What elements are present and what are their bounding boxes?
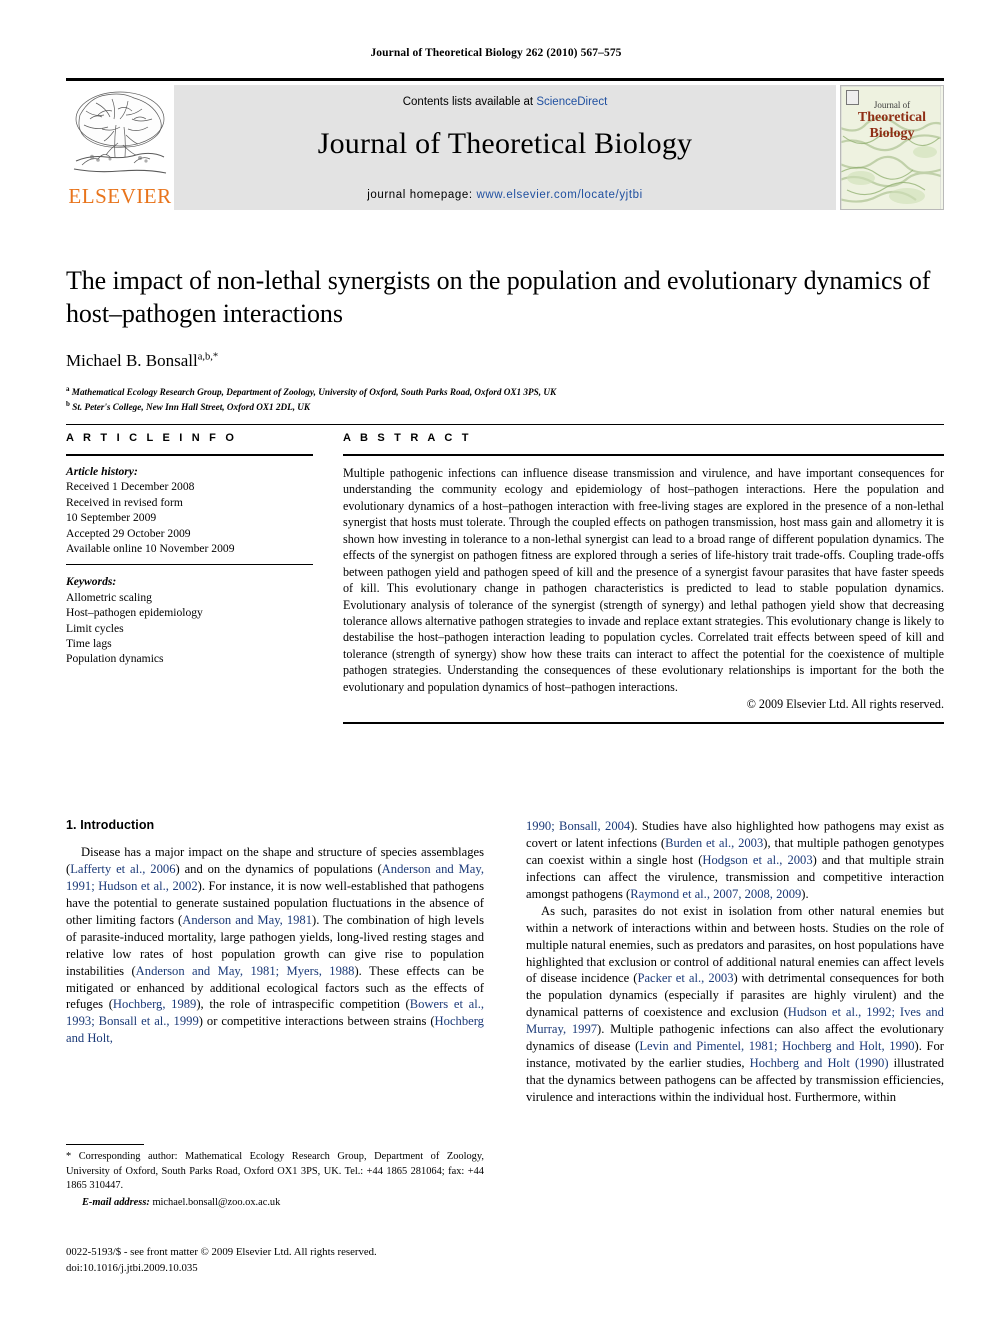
citation-link[interactable]: Lafferty et al., 2006 — [70, 862, 175, 876]
citation-link[interactable]: Hochberg, 1989 — [113, 997, 196, 1011]
cover-line-2: Theoretical — [857, 110, 927, 126]
history-line: Available online 10 November 2009 — [66, 542, 235, 556]
journal-cover-thumbnail: Journal of Theoretical Biology — [840, 85, 944, 210]
info-abstract-region: A R T I C L E I N F O Article history: R… — [66, 424, 944, 725]
elsevier-tree-icon — [73, 91, 167, 174]
affiliation-b-marker: b — [66, 399, 70, 408]
citation-link[interactable]: 1990; Bonsall, 2004 — [526, 819, 630, 833]
masthead-top-rule — [66, 78, 944, 81]
journal-homepage-link[interactable]: www.elsevier.com/locate/yjtbi — [476, 189, 642, 201]
citation-link[interactable]: Levin and Pimentel, 1981; Hochberg and H… — [639, 1039, 914, 1053]
journal-homepage-line: journal homepage: www.elsevier.com/locat… — [174, 189, 836, 201]
email-label: E-mail address: — [82, 1196, 150, 1208]
citation-link[interactable]: Anderson and May, 1981 — [182, 913, 312, 927]
abstract-heading: A B S T R A C T — [343, 432, 472, 444]
homepage-prefix: journal homepage: — [367, 189, 477, 201]
sciencedirect-link[interactable]: ScienceDirect — [536, 96, 607, 108]
citation-link[interactable]: Hodgson et al., 2003 — [702, 853, 812, 867]
keyword-item: Population dynamics — [66, 652, 164, 666]
article-title: The impact of non-lethal synergists on t… — [66, 266, 931, 329]
citation-link[interactable]: Hochberg and Holt (1990) — [750, 1056, 889, 1070]
journal-masthead: ELSEVIER Contents lists available at Sci… — [66, 78, 944, 210]
running-head: Journal of Theoretical Biology 262 (2010… — [370, 47, 622, 59]
body-column-gap — [484, 818, 526, 1106]
cover-line-1: Journal of — [873, 100, 911, 110]
article-info-column: A R T I C L E I N F O Article history: R… — [66, 432, 313, 724]
author-affiliation-markers: a,b,* — [197, 350, 219, 362]
author-list: Michael B. Bonsalla,b,* — [66, 351, 944, 371]
abstract-column: A B S T R A C T Multiple pathogenic infe… — [343, 432, 944, 725]
intro-paragraph-right-1: 1990; Bonsall, 2004). Studies have also … — [526, 819, 945, 901]
affiliation-a: a Mathematical Ecology Research Group, D… — [66, 384, 944, 399]
email-address[interactable]: michael.bonsall@zoo.ox.ac.uk — [152, 1197, 280, 1208]
intro-paragraph-left: Disease has a major impact on the shape … — [66, 845, 485, 1046]
keyword-item: Host–pathogen epidemiology — [66, 606, 203, 620]
masthead-center-banner: Contents lists available at ScienceDirec… — [174, 85, 836, 210]
contents-prefix: Contents lists available at — [402, 96, 537, 108]
body-right-column: 1990; Bonsall, 2004). Studies have also … — [526, 818, 944, 1106]
article-history: Article history: Received 1 December 200… — [66, 464, 313, 556]
history-line: Received in revised form — [66, 495, 183, 509]
affiliation-b-text: St. Peter's College, New Inn Hall Street… — [72, 401, 311, 412]
doi-line: doi:10.1016/j.jtbi.2009.10.035 — [66, 1261, 198, 1274]
cover-title-text: Journal of Theoretical Biology — [841, 100, 943, 141]
footnote-block: * Corresponding author: Mathematical Eco… — [66, 1144, 484, 1210]
abstract-rule — [343, 454, 944, 456]
affiliation-a-text: Mathematical Ecology Research Group, Dep… — [71, 386, 557, 397]
author-name: Michael B. Bonsall — [66, 350, 198, 370]
citation-link[interactable]: Raymond et al., 2007, 2008, 2009 — [630, 887, 801, 901]
history-line: 10 September 2009 — [66, 511, 157, 525]
keywords-block: Keywords: Allometric scaling Host–pathog… — [66, 574, 313, 666]
affiliation-b: b St. Peter's College, New Inn Hall Stre… — [66, 399, 944, 414]
history-line: Received 1 December 2008 — [66, 480, 195, 494]
affiliations: a Mathematical Ecology Research Group, D… — [66, 384, 944, 415]
corresponding-author-note: * Corresponding author: Mathematical Eco… — [66, 1151, 484, 1192]
elsevier-logo: ELSEVIER — [66, 85, 174, 210]
issn-front-matter: 0022-5193/$ - see front matter © 2009 El… — [66, 1246, 377, 1258]
email-note: E-mail address: michael.bonsall@zoo.ox.a… — [66, 1196, 484, 1211]
paper-page: Journal of Theoretical Biology 262 (2010… — [0, 0, 992, 1323]
journal-title: Journal of Theoretical Biology — [317, 127, 693, 160]
elsevier-wordmark: ELSEVIER — [68, 184, 172, 208]
section-heading-introduction: 1. Introduction — [66, 818, 155, 832]
column-gap — [313, 432, 343, 724]
keyword-item: Allometric scaling — [66, 590, 152, 604]
title-block: The impact of non-lethal synergists on t… — [66, 264, 944, 414]
info-abstract-top-rule — [66, 424, 944, 425]
affiliation-a-marker: a — [66, 384, 70, 393]
article-info-heading: A R T I C L E I N F O — [66, 432, 238, 444]
cover-line-3: Biology — [869, 125, 915, 141]
abstract-bottom-rule — [343, 722, 944, 725]
history-line: Accepted 29 October 2009 — [66, 526, 191, 540]
contents-available-line: Contents lists available at ScienceDirec… — [174, 85, 836, 108]
keyword-item: Time lags — [66, 637, 112, 651]
intro-paragraph-right-2: As such, parasites do not exist in isola… — [526, 903, 945, 1104]
abstract-text: Multiple pathogenic infections can influ… — [343, 466, 944, 694]
body-columns: 1. Introduction Disease has a major impa… — [66, 818, 944, 1106]
citation-link[interactable]: Packer et al., 2003 — [637, 971, 733, 985]
article-info-rule — [66, 454, 313, 456]
abstract-copyright: © 2009 Elsevier Ltd. All rights reserved… — [746, 697, 944, 712]
imprint-block: 0022-5193/$ - see front matter © 2009 El… — [66, 1245, 496, 1276]
body-left-column: 1. Introduction Disease has a major impa… — [66, 818, 484, 1106]
citation-link[interactable]: Anderson and May, 1981; Myers, 1988 — [136, 964, 355, 978]
keyword-item: Limit cycles — [66, 621, 124, 635]
article-history-label: Article history: — [66, 465, 138, 478]
keywords-divider — [66, 564, 313, 566]
footnote-rule — [66, 1144, 144, 1145]
citation-link[interactable]: Hudson et al., 1992; Ives and Murray, 19… — [526, 1005, 944, 1036]
keywords-label: Keywords: — [66, 575, 117, 589]
citation-link[interactable]: Burden et al., 2003 — [665, 836, 763, 850]
